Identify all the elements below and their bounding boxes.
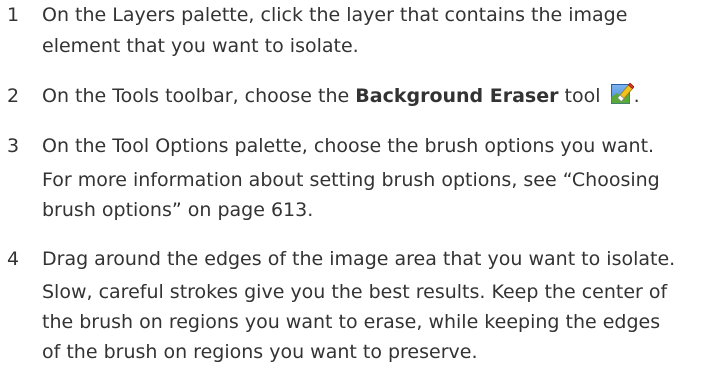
step-text-prefix: On the Tools toolbar, choose the <box>42 85 356 107</box>
step-text-line: For more information about setting brush… <box>42 169 660 191</box>
step-text-suffix: tool <box>558 85 607 107</box>
step-text-line: On the Layers palette, click the layer t… <box>42 4 628 26</box>
step-number: 4 <box>7 248 20 270</box>
step-text-line: the brush on regions you want to erase, … <box>42 311 661 333</box>
tool-name: Background Eraser <box>355 85 559 107</box>
step-text-line: On the Tool Options palette, choose the … <box>42 135 655 157</box>
step-text-line: of the brush on regions you want to pres… <box>42 341 478 363</box>
step-text-line: On the Tools toolbar, choose the Backgro… <box>42 81 640 112</box>
step-text-line: Slow, careful strokes give you the best … <box>42 281 668 303</box>
step-text-end: . <box>633 85 640 107</box>
step-text-line: Drag around the edges of the image area … <box>42 248 676 270</box>
step-number: 3 <box>7 135 20 157</box>
step-number: 2 <box>7 85 20 107</box>
step-text-line: brush options” on page 613. <box>42 199 314 221</box>
background-eraser-icon <box>610 82 635 106</box>
step-number: 1 <box>7 4 20 26</box>
instruction-steps: 1 On the Layers palette, click the layer… <box>0 0 722 372</box>
step-text-line: element that you want to isolate. <box>42 35 359 57</box>
